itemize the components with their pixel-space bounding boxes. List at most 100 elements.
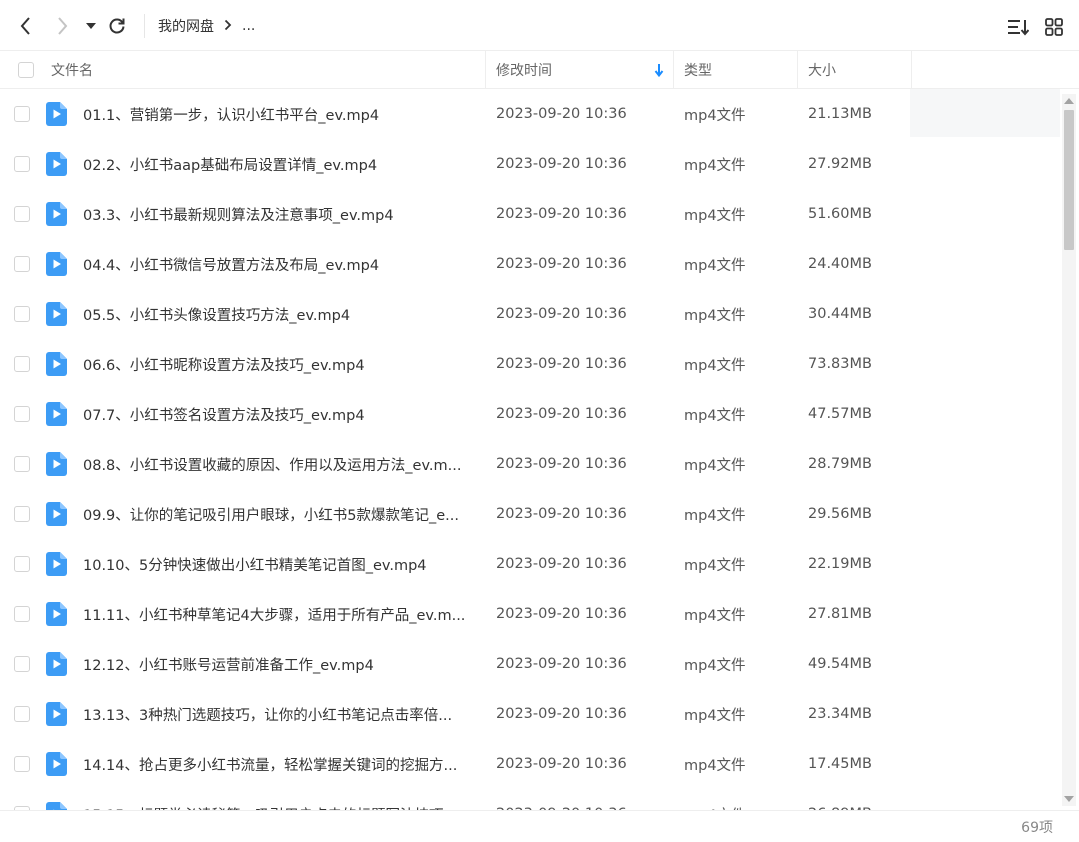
file-type: mp4文件 — [684, 657, 746, 674]
file-row[interactable]: 13.13、3种热门选题技巧，让你的小红书笔记点击率倍... 2023-09-2… — [0, 689, 1060, 739]
file-row[interactable]: 12.12、小红书账号运营前准备工作_ev.mp4 2023-09-20 10:… — [0, 639, 1060, 689]
column-size[interactable]: 大小 — [808, 51, 836, 89]
file-row[interactable]: 02.2、小红书aap基础布局设置详情_ev.mp4 2023-09-20 10… — [0, 139, 1060, 189]
scroll-up-arrow-icon[interactable] — [1062, 94, 1076, 108]
file-row[interactable]: 04.4、小红书微信号放置方法及布局_ev.mp4 2023-09-20 10:… — [0, 239, 1060, 289]
toolbar: 我的网盘 ... — [0, 0, 1079, 51]
column-name[interactable]: 文件名 — [51, 51, 93, 89]
file-size: 23.34MB — [808, 706, 872, 722]
row-checkbox[interactable] — [14, 739, 30, 789]
checkbox-box — [14, 506, 30, 522]
breadcrumb-root[interactable]: 我的网盘 — [158, 16, 214, 36]
file-row[interactable]: 06.6、小红书昵称设置方法及技巧_ev.mp4 2023-09-20 10:3… — [0, 339, 1060, 389]
file-name[interactable]: 10.10、5分钟快速做出小红书精美笔记首图_ev.mp4 — [83, 539, 478, 589]
file-name[interactable]: 12.12、小红书账号运营前准备工作_ev.mp4 — [83, 639, 478, 689]
video-file-icon — [46, 589, 68, 639]
file-size: 26.89MB — [808, 789, 908, 810]
video-file-icon — [46, 89, 68, 139]
file-modified-time: 2023-09-20 10:36 — [496, 256, 627, 272]
row-checkbox[interactable] — [14, 539, 30, 589]
file-name[interactable]: 05.5、小红书头像设置技巧方法_ev.mp4 — [83, 289, 478, 339]
row-checkbox[interactable] — [14, 789, 30, 810]
file-modified-time: 2023-09-20 10:36 — [496, 406, 627, 422]
file-size: 51.60MB — [808, 206, 872, 222]
file-name[interactable]: 03.3、小红书最新规则算法及注意事项_ev.mp4 — [83, 189, 478, 239]
history-dropdown-button[interactable] — [84, 18, 98, 34]
row-checkbox[interactable] — [14, 639, 30, 689]
row-checkbox[interactable] — [14, 439, 30, 489]
checkbox-box — [14, 306, 30, 322]
column-divider — [797, 51, 798, 89]
file-type: mp4文件 — [684, 457, 746, 474]
file-row[interactable]: 01.1、营销第一步，认识小红书平台_ev.mp4 2023-09-20 10:… — [0, 89, 1060, 139]
file-row[interactable]: 10.10、5分钟快速做出小红书精美笔记首图_ev.mp4 2023-09-20… — [0, 539, 1060, 589]
file-size: 47.57MB — [808, 406, 872, 422]
video-file-icon — [46, 639, 68, 689]
forward-button[interactable] — [52, 14, 74, 38]
row-checkbox[interactable] — [14, 339, 30, 389]
item-count: 69项 — [1021, 820, 1053, 836]
row-checkbox[interactable] — [14, 189, 30, 239]
video-file-icon — [46, 489, 68, 539]
file-row[interactable]: 11.11、小红书种草笔记4大步骤，适用于所有产品_ev.m... 2023-0… — [0, 589, 1060, 639]
row-checkbox[interactable] — [14, 89, 30, 139]
scroll-down-arrow-icon[interactable] — [1062, 792, 1076, 806]
file-type: mp4文件 — [684, 207, 746, 224]
file-name[interactable]: 04.4、小红书微信号放置方法及布局_ev.mp4 — [83, 239, 478, 289]
file-type: mp4文件 — [684, 407, 746, 424]
column-modified[interactable]: 修改时间 — [496, 51, 552, 89]
row-checkbox[interactable] — [14, 239, 30, 289]
scrollbar-thumb[interactable] — [1064, 110, 1074, 250]
file-modified-time: 2023-09-20 10:36 — [496, 356, 627, 372]
sort-desc-icon[interactable] — [654, 51, 664, 89]
file-row[interactable]: 07.7、小红书签名设置方法及技巧_ev.mp4 2023-09-20 10:3… — [0, 389, 1060, 439]
file-modified-time: 2023-09-20 10:36 — [496, 556, 627, 572]
file-name[interactable]: 15.15、标题党必读秘籍，吸引用户点击的标题写法技巧... — [83, 789, 478, 811]
file-row[interactable]: 03.3、小红书最新规则算法及注意事项_ev.mp4 2023-09-20 10… — [0, 189, 1060, 239]
file-name[interactable]: 11.11、小红书种草笔记4大步骤，适用于所有产品_ev.m... — [83, 589, 478, 639]
file-modified-time: 2023-09-20 10:36 — [496, 456, 627, 472]
row-checkbox[interactable] — [14, 489, 30, 539]
file-name[interactable]: 08.8、小红书设置收藏的原因、作用以及运用方法_ev.m... — [83, 439, 478, 489]
file-type: mp4文件 — [684, 507, 746, 524]
file-row[interactable]: 09.9、让你的笔记吸引用户眼球，小红书5款爆款笔记_e... 2023-09-… — [0, 489, 1060, 539]
file-size: 17.45MB — [808, 756, 872, 772]
row-checkbox[interactable] — [14, 689, 30, 739]
vertical-scrollbar[interactable] — [1062, 94, 1076, 806]
file-type: mp4文件 — [684, 357, 746, 374]
status-bar: 69项 — [0, 810, 1079, 842]
file-name[interactable]: 01.1、营销第一步，认识小红书平台_ev.mp4 — [83, 89, 478, 139]
file-name[interactable]: 09.9、让你的笔记吸引用户眼球，小红书5款爆款笔记_e... — [83, 489, 478, 539]
checkbox-box — [14, 106, 30, 122]
file-name[interactable]: 13.13、3种热门选题技巧，让你的小红书笔记点击率倍... — [83, 689, 478, 739]
file-row[interactable]: 14.14、抢占更多小红书流量，轻松掌握关键词的挖掘方... 2023-09-2… — [0, 739, 1060, 789]
sort-button[interactable] — [1006, 15, 1030, 39]
video-file-icon — [46, 689, 68, 739]
file-row[interactable]: 15.15、标题党必读秘籍，吸引用户点击的标题写法技巧... 2023-09-2… — [0, 789, 1060, 810]
row-checkbox[interactable] — [14, 289, 30, 339]
video-file-icon — [46, 239, 68, 289]
checkbox-box — [14, 706, 30, 722]
row-checkbox[interactable] — [14, 589, 30, 639]
column-type[interactable]: 类型 — [684, 51, 712, 89]
file-size: 24.40MB — [808, 256, 872, 272]
video-file-icon — [46, 789, 68, 810]
chevron-right-icon — [58, 17, 68, 35]
refresh-button[interactable] — [106, 15, 128, 37]
grid-view-button[interactable] — [1042, 15, 1066, 39]
row-checkbox[interactable] — [14, 139, 30, 189]
caret-down-icon — [86, 23, 96, 29]
file-row[interactable]: 08.8、小红书设置收藏的原因、作用以及运用方法_ev.m... 2023-09… — [0, 439, 1060, 489]
back-button[interactable] — [14, 14, 36, 38]
file-name[interactable]: 14.14、抢占更多小红书流量，轻松掌握关键词的挖掘方... — [83, 739, 478, 789]
file-name[interactable]: 02.2、小红书aap基础布局设置详情_ev.mp4 — [83, 139, 478, 189]
file-row[interactable]: 05.5、小红书头像设置技巧方法_ev.mp4 2023-09-20 10:36… — [0, 289, 1060, 339]
sort-icon — [1008, 20, 1029, 36]
file-size: 49.54MB — [808, 656, 872, 672]
select-all-checkbox[interactable] — [18, 51, 34, 89]
row-checkbox[interactable] — [14, 389, 30, 439]
file-name[interactable]: 06.6、小红书昵称设置方法及技巧_ev.mp4 — [83, 339, 478, 389]
breadcrumb-more[interactable]: ... — [242, 18, 255, 34]
file-name[interactable]: 07.7、小红书签名设置方法及技巧_ev.mp4 — [83, 389, 478, 439]
file-modified-time: 2023-09-20 10:36 — [496, 306, 627, 322]
